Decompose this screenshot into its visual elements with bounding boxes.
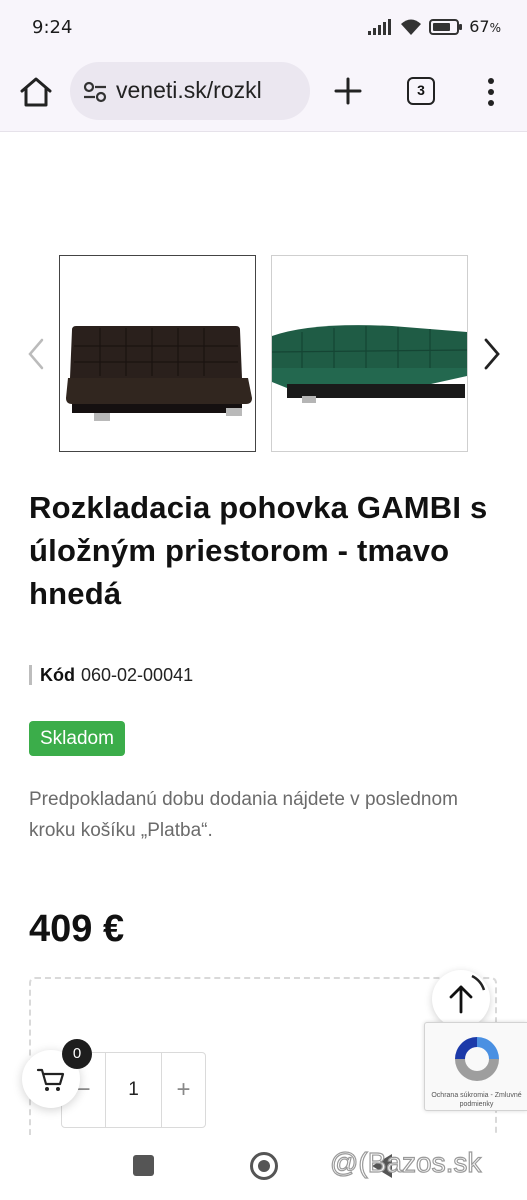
product-code-value: 060-02-00041	[81, 664, 194, 685]
tab-switcher-button[interactable]: 3	[407, 77, 435, 105]
recaptcha-text[interactable]: Ochrana súkromia - Zmluvné podmienky	[425, 1091, 527, 1109]
address-bar[interactable]: veneti.sk/rozkl	[70, 62, 310, 120]
status-time: 9:24	[32, 17, 73, 38]
new-tab-icon[interactable]	[332, 75, 364, 107]
url-text: veneti.sk/rozkl	[116, 77, 262, 103]
more-menu-icon[interactable]	[482, 76, 500, 108]
sofa-image-green	[272, 256, 467, 451]
recaptcha-icon	[455, 1037, 499, 1081]
home-icon[interactable]	[18, 74, 54, 110]
battery-level: 67%	[469, 17, 501, 36]
watermark: @(Bazos.sk	[329, 1146, 482, 1178]
home-nav-icon[interactable]	[250, 1152, 278, 1180]
product-code: Kód 060-02-00041	[29, 662, 193, 688]
gallery-thumbnail[interactable]	[59, 255, 256, 452]
product-gallery	[0, 255, 527, 452]
status-bar: 9:24 67%	[0, 0, 527, 58]
chevron-left-icon[interactable]	[24, 337, 50, 371]
status-icons: 67%	[367, 17, 501, 36]
signal-icon	[368, 18, 392, 35]
code-divider	[29, 665, 32, 685]
wifi-icon	[401, 19, 422, 35]
gallery-thumbnail[interactable]	[271, 255, 468, 452]
chevron-right-icon[interactable]	[478, 337, 504, 371]
stock-badge: Skladom	[29, 721, 125, 756]
browser-toolbar: veneti.sk/rozkl 3	[0, 58, 527, 132]
scroll-to-top-button[interactable]	[432, 970, 490, 1028]
site-settings-icon[interactable]	[82, 79, 108, 105]
recaptcha-badge[interactable]: Ochrana súkromia - Zmluvné podmienky	[424, 1022, 527, 1111]
recents-icon[interactable]	[133, 1155, 154, 1176]
product-price: 409 €	[29, 908, 125, 950]
battery-icon	[429, 18, 463, 35]
product-title: Rozkladacia pohovka GAMBI s úložným prie…	[29, 490, 488, 611]
quantity-increase-button[interactable]: +	[162, 1053, 205, 1127]
system-nav-bar: @(Bazos.sk	[0, 1135, 527, 1200]
cart-count-badge: 0	[62, 1039, 92, 1069]
delivery-note: Predpokladanú dobu dodania nájdete v pos…	[29, 789, 458, 841]
quantity-input[interactable]: 1	[105, 1053, 162, 1127]
arrow-up-icon	[449, 974, 486, 1014]
product-code-label: Kód	[40, 664, 75, 685]
sofa-image-brown	[60, 256, 255, 451]
